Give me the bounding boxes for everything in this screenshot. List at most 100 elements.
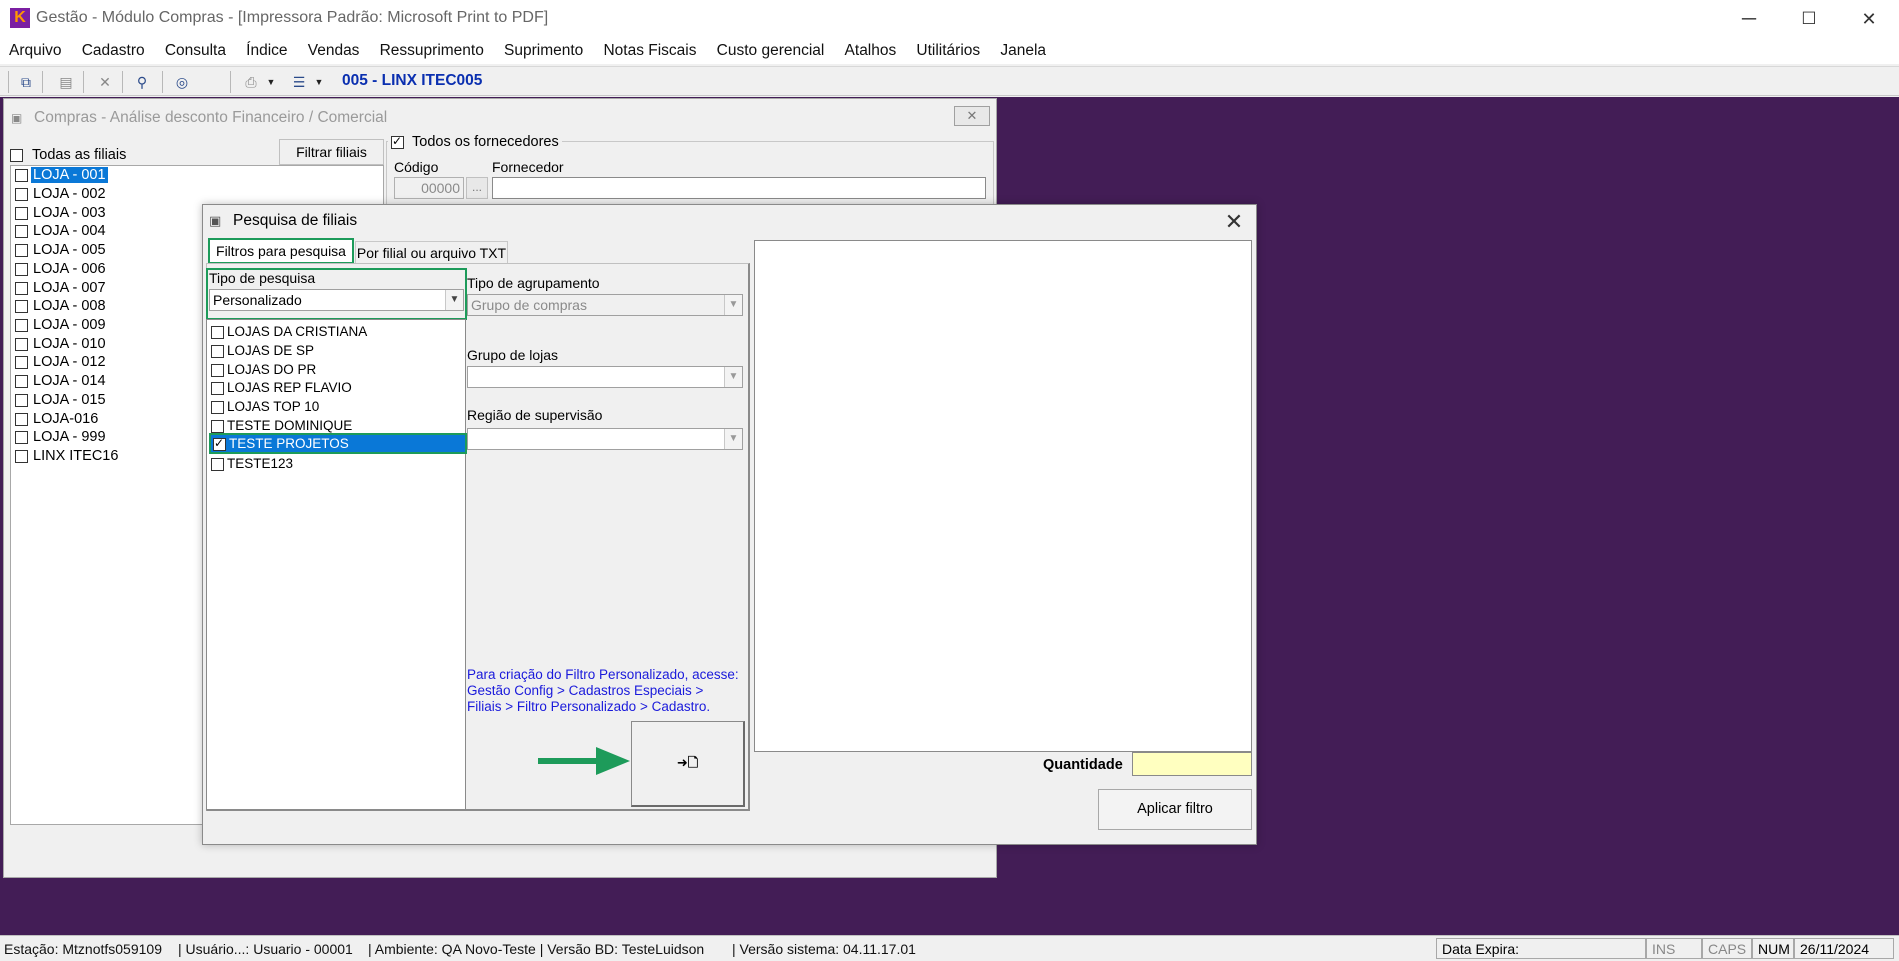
filial-item[interactable]: LOJA - 008 — [15, 297, 108, 316]
minimize-button[interactable]: ─ — [1720, 0, 1778, 38]
filial-item[interactable]: LINX ITEC16 — [15, 447, 120, 466]
filtros-list[interactable]: LOJAS DA CRISTIANA LOJAS DE SP LOJAS DO … — [206, 319, 467, 810]
todas-filiais-label: Todas as filiais — [32, 147, 127, 163]
aplicar-filtro-button[interactable]: Aplicar filtro — [1098, 789, 1252, 830]
window-icon: ▣ — [11, 111, 23, 125]
status-versao: | Versão sistema: 04.11.17.01 — [732, 941, 916, 957]
filial-item[interactable]: LOJA - 006 — [15, 260, 108, 279]
menu-custo-gerencial[interactable]: Custo gerencial — [709, 38, 833, 64]
menu-suprimento[interactable]: Suprimento — [496, 38, 591, 64]
fornecedor-field[interactable] — [492, 177, 986, 199]
toolbar-separator — [83, 71, 84, 93]
regiao-supervisao-select[interactable]: ▼ — [467, 428, 743, 450]
fornecedor-lookup-button[interactable]: ... — [466, 177, 488, 199]
checkbox-checked-icon — [391, 134, 404, 149]
checkbox-icon — [10, 148, 23, 162]
dialog-window-icon: ▣ — [209, 213, 222, 228]
window-title: Gestão - Módulo Compras - [Impressora Pa… — [36, 9, 549, 26]
codigo-field[interactable]: 00000 — [394, 177, 464, 199]
chevron-down-icon[interactable]: ▼ — [724, 429, 742, 449]
help-text: Para criação do Filtro Personalizado, ac… — [467, 667, 757, 715]
export-icon[interactable]: ☰ — [288, 71, 310, 93]
list-item-selected[interactable]: TESTE PROJETOS — [209, 433, 467, 454]
menu-atalhos[interactable]: Atalhos — [837, 38, 905, 64]
filial-item[interactable]: LOJA - 999 — [15, 428, 108, 447]
toolbar-separator — [162, 71, 163, 93]
target-icon[interactable]: ◎ — [171, 71, 193, 93]
filial-item[interactable]: LOJA - 012 — [15, 353, 108, 372]
search-icon[interactable]: ⚲ — [131, 71, 153, 93]
menu-indice[interactable]: Índice — [238, 38, 295, 64]
menu-cadastro[interactable]: Cadastro — [74, 38, 153, 64]
filial-item[interactable]: LOJA - 002 — [15, 185, 108, 204]
toolbar-separator — [122, 71, 123, 93]
menu-arquivo[interactable]: Arquivo — [1, 38, 70, 64]
status-estacao: Estação: Mtznotfs059109 — [4, 941, 162, 957]
tipo-agrupamento-select[interactable]: Grupo de compras ▼ — [467, 294, 743, 316]
filial-item[interactable]: LOJA - 003 — [15, 204, 108, 223]
filial-item[interactable]: LOJA-016 — [15, 410, 100, 429]
quantidade-field — [1132, 752, 1252, 776]
status-date: 26/11/2024 — [1794, 938, 1894, 959]
toolbar-separator — [230, 71, 231, 93]
menu-ressuprimento[interactable]: Ressuprimento — [372, 38, 492, 64]
filial-item[interactable]: LOJA - 010 — [15, 335, 108, 354]
list-item[interactable]: LOJAS TOP 10 — [211, 397, 319, 416]
status-bar: Estação: Mtznotfs059109 | Usuário...: Us… — [0, 935, 1899, 961]
menu-janela[interactable]: Janela — [992, 38, 1054, 64]
paste-icon[interactable]: ▤ — [55, 71, 77, 93]
list-item[interactable]: LOJAS DE SP — [211, 341, 314, 360]
todos-fornecedores-checkbox[interactable]: Todos os fornecedores — [388, 134, 562, 150]
arrow-icon — [538, 747, 630, 775]
menu-vendas[interactable]: Vendas — [300, 38, 368, 64]
dropdown-icon[interactable]: ▼ — [312, 71, 326, 93]
filial-item[interactable]: LOJA - 015 — [15, 391, 108, 410]
dialog-close-button[interactable]: ✕ — [1217, 207, 1251, 237]
tipo-pesquisa-value: Personalizado — [213, 292, 302, 308]
chevron-down-icon[interactable]: ▼ — [724, 295, 742, 315]
add-filter-button[interactable]: ➜🗋 — [631, 721, 745, 807]
list-item[interactable]: LOJAS DA CRISTIANA — [211, 322, 367, 341]
tipo-pesquisa-select[interactable]: Personalizado ▼ — [209, 289, 464, 311]
filial-item[interactable]: LOJA - 007 — [15, 279, 108, 298]
pesquisa-filiais-dialog: ▣ Pesquisa de filiais ✕ Filtros para pes… — [202, 204, 1257, 845]
tipo-agrupamento-value: Grupo de compras — [471, 297, 587, 313]
list-item[interactable]: LOJAS REP FLAVIO — [211, 378, 352, 397]
copy-icon[interactable]: ⧉ — [15, 71, 37, 93]
print-icon[interactable]: ⎙ — [240, 71, 262, 93]
filial-item[interactable]: LOJA - 004 — [15, 222, 108, 241]
filial-item[interactable]: LOJA - 001 — [15, 166, 108, 185]
status-ins: INS — [1646, 938, 1702, 959]
list-item[interactable]: LOJAS DO PR — [211, 360, 316, 379]
compras-close-button[interactable]: ✕ — [954, 106, 990, 126]
filial-item[interactable]: LOJA - 009 — [15, 316, 108, 335]
chevron-down-icon[interactable]: ▼ — [445, 290, 463, 310]
list-item[interactable]: TESTE123 — [211, 454, 293, 473]
chevron-down-icon[interactable]: ▼ — [724, 367, 742, 387]
regiao-supervisao-label: Região de supervisão — [467, 407, 603, 423]
delete-icon[interactable]: ✕ — [94, 71, 116, 93]
filial-item[interactable]: LOJA - 014 — [15, 372, 108, 391]
app-logo-icon: K — [10, 8, 30, 28]
tab-filtros-pesquisa[interactable]: Filtros para pesquisa — [208, 238, 354, 264]
filtrar-filiais-button[interactable]: Filtrar filiais — [279, 139, 384, 165]
close-button[interactable]: ✕ — [1840, 0, 1898, 38]
grupo-lojas-label: Grupo de lojas — [467, 347, 559, 363]
menu-utilitarios[interactable]: Utilitários — [908, 38, 988, 64]
todas-filiais-checkbox[interactable]: Todas as filiais — [10, 147, 126, 163]
current-store-label: 005 - LINX ITEC005 — [342, 72, 483, 89]
menu-notas-fiscais[interactable]: Notas Fiscais — [595, 38, 704, 64]
filial-item[interactable]: LOJA - 005 — [15, 241, 108, 260]
status-data-expira: Data Expira: — [1436, 938, 1646, 959]
tab-por-filial-txt[interactable]: Por filial ou arquivo TXT — [355, 241, 508, 264]
dropdown-icon[interactable]: ▼ — [264, 71, 278, 93]
maximize-button[interactable]: ☐ — [1780, 0, 1838, 38]
status-usuario: | Usuário...: Usuario - 00001 — [178, 941, 353, 957]
menu-consulta[interactable]: Consulta — [157, 38, 234, 64]
toolbar-separator — [42, 71, 43, 93]
toolbar: ⧉ ▤ ✕ ⚲ ◎ ⎙ ▼ ☰ ▼ 005 - LINX ITEC005 — [0, 66, 1899, 96]
grupo-lojas-select[interactable]: ▼ — [467, 366, 743, 388]
help-text-line: Gestão Config > Cadastros Especiais > — [467, 683, 704, 698]
tipo-agrupamento-label: Tipo de agrupamento — [467, 275, 600, 291]
results-panel[interactable] — [754, 240, 1252, 752]
